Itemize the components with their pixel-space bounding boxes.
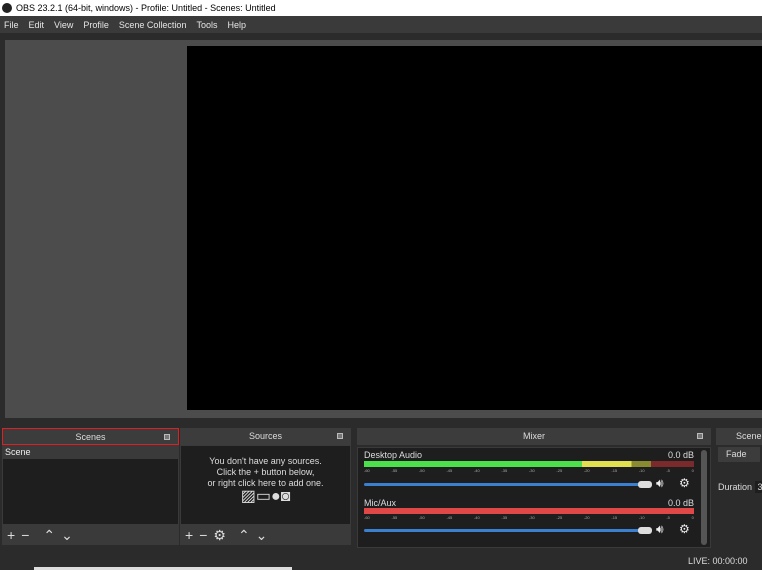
menu-edit[interactable]: Edit <box>29 20 45 30</box>
speaker-icon[interactable]: 🔊︎ <box>656 522 664 537</box>
image-icon: ▨ <box>240 488 256 505</box>
volume-meter <box>364 461 694 467</box>
menu-scene-collection[interactable]: Scene Collection <box>119 20 187 30</box>
meter-tick: -30 <box>528 468 535 473</box>
menu-view[interactable]: View <box>54 20 73 30</box>
meter-tick: -55 <box>391 515 398 520</box>
menu-bar: File Edit View Profile Scene Collection … <box>0 16 762 33</box>
window-title: OBS 23.2.1 (64-bit, windows) - Profile: … <box>16 3 276 13</box>
meter-tick: -45 <box>446 515 453 520</box>
float-icon[interactable] <box>697 433 703 439</box>
sources-dock: Sources You don't have any sources. Clic… <box>180 428 351 545</box>
display-icon: ▭ <box>255 488 271 505</box>
meter-tick: -50 <box>418 515 425 520</box>
move-down-icon[interactable]: ⌄ <box>61 527 73 544</box>
transitions-dock: Scene Fade Duration 3 <box>716 428 762 493</box>
scene-item[interactable]: Scene <box>3 446 178 459</box>
meter-tick: -35 <box>501 468 508 473</box>
channel-name: Desktop Audio <box>364 450 423 460</box>
transitions-title[interactable]: Scene <box>716 428 762 445</box>
meter-tick: -10 <box>638 468 645 473</box>
mixer-header[interactable]: Mixer <box>357 428 711 445</box>
speaker-icon[interactable]: 🔊︎ <box>656 476 664 491</box>
title-bar: OBS 23.2.1 (64-bit, windows) - Profile: … <box>0 0 762 16</box>
meter-tick: -10 <box>638 515 645 520</box>
duration-input[interactable]: 3 <box>754 481 762 493</box>
scrollbar[interactable] <box>701 450 707 545</box>
globe-icon: ● <box>270 488 281 505</box>
meter-tick: -5 <box>666 468 670 473</box>
mixer-dock: Mixer Desktop Audio 0.0 dB -60 -55 -50 -45-… <box>357 428 711 548</box>
sources-header[interactable]: Sources <box>180 428 351 445</box>
float-icon[interactable] <box>337 433 343 439</box>
meter-tick: -20 <box>583 468 590 473</box>
meter-ticks: -60 -55 -50 -45 -40 -35 -30 -25 -20 -15 -10 -5 0 <box>364 468 694 476</box>
meter-tick: -15 <box>611 468 618 473</box>
sources-toolbar: + − ⚙ ⌃ ⌄ <box>180 525 351 545</box>
gear-icon[interactable]: ⚙ <box>679 476 690 490</box>
empty-line: You don't have any sources. <box>209 456 322 466</box>
menu-tools[interactable]: Tools <box>196 20 217 30</box>
meter-tick: -60 <box>364 515 370 520</box>
meter-tick: -30 <box>528 515 535 520</box>
remove-icon[interactable]: − <box>199 527 207 543</box>
meter-tick: -55 <box>391 468 398 473</box>
add-icon[interactable]: + <box>7 527 15 543</box>
meter-ticks: -60 -55 -50 -45 -40 -35 -30 -25 -20 -15 -10 -5 0 <box>364 515 694 523</box>
meter-tick: -50 <box>418 468 425 473</box>
mixer-body: Desktop Audio 0.0 dB -60 -55 -50 -45 -40 -35-… <box>357 447 711 548</box>
meter-tick: -5 <box>666 515 670 520</box>
live-status: LIVE: 00:00:00 <box>688 556 748 566</box>
scenes-toolbar: + − ⌃ ⌄ <box>2 525 179 545</box>
move-up-icon[interactable]: ⌃ <box>43 527 55 544</box>
move-down-icon[interactable]: ⌄ <box>256 527 268 544</box>
meter-tick: -40 <box>473 515 480 520</box>
meter-tick: -25 <box>556 468 563 473</box>
meter-tick: -25 <box>556 515 563 520</box>
preview-canvas[interactable] <box>187 46 762 410</box>
meter-tick: 0 <box>691 468 694 473</box>
obs-logo-icon <box>2 3 12 13</box>
meter-tick: -60 <box>364 468 370 473</box>
volume-slider[interactable] <box>364 483 640 486</box>
move-up-icon[interactable]: ⌃ <box>238 527 250 544</box>
menu-file[interactable]: File <box>4 20 19 30</box>
empty-line: Click the + button below, <box>216 467 315 477</box>
meter-tick: 0 <box>691 515 694 520</box>
camera-icon: ◙ <box>280 488 291 505</box>
volume-slider[interactable] <box>364 529 640 532</box>
add-icon[interactable]: + <box>185 527 193 543</box>
menu-profile[interactable]: Profile <box>83 20 109 30</box>
transition-select[interactable]: Fade <box>718 447 760 462</box>
sources-title: Sources <box>248 431 283 441</box>
sources-list[interactable]: You don't have any sources. Click the + … <box>180 445 351 525</box>
channel-level: 0.0 dB <box>667 450 694 460</box>
duration-label: Duration <box>718 482 753 492</box>
float-icon[interactable] <box>164 434 170 440</box>
scenes-header[interactable]: Scenes <box>2 428 179 445</box>
gear-icon[interactable]: ⚙ <box>679 522 690 536</box>
gear-icon[interactable]: ⚙ <box>213 527 226 544</box>
meter-tick: -40 <box>473 468 480 473</box>
volume-slider-handle[interactable] <box>638 481 652 488</box>
scenes-dock: Scenes Scene + − ⌃ ⌄ <box>2 428 179 545</box>
meter-tick: -45 <box>446 468 453 473</box>
volume-slider-handle[interactable] <box>638 527 652 534</box>
meter-tick: -20 <box>583 515 590 520</box>
mixer-title: Mixer <box>523 431 545 441</box>
channel-name: Mic/Aux <box>364 498 397 508</box>
remove-icon[interactable]: − <box>21 527 29 543</box>
channel-level: 0.0 dB <box>667 498 694 508</box>
volume-meter <box>364 508 694 514</box>
meter-tick: -35 <box>501 515 508 520</box>
meter-tick: -15 <box>611 515 618 520</box>
menu-help[interactable]: Help <box>227 20 246 30</box>
scenes-title: Scenes <box>75 432 106 442</box>
